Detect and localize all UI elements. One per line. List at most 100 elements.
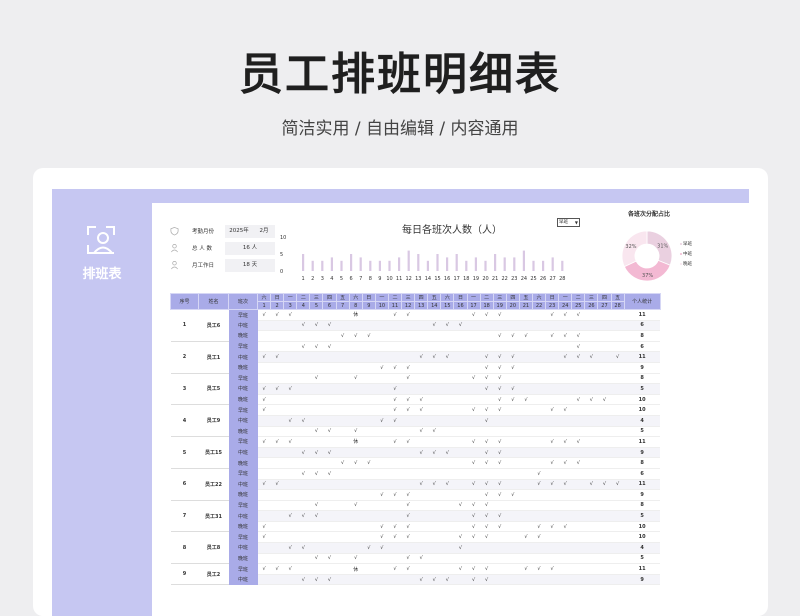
day-cell[interactable]: √	[480, 362, 494, 374]
day-cell[interactable]	[322, 436, 337, 448]
day-cell[interactable]: √	[480, 447, 494, 459]
day-cell[interactable]: √	[401, 510, 415, 522]
day-cell[interactable]	[467, 362, 481, 374]
day-cell[interactable]	[584, 415, 598, 427]
day-cell[interactable]	[257, 415, 271, 427]
day-cell[interactable]	[440, 426, 454, 438]
day-cell[interactable]	[506, 341, 520, 353]
day-cell[interactable]	[467, 447, 481, 459]
day-cell[interactable]	[597, 553, 612, 565]
day-cell[interactable]	[322, 309, 337, 321]
day-cell[interactable]	[597, 542, 612, 554]
day-cell[interactable]: √	[493, 383, 507, 395]
day-cell[interactable]	[283, 404, 297, 416]
day-cell[interactable]	[336, 563, 350, 575]
day-cell[interactable]: √	[270, 351, 284, 363]
day-cell[interactable]	[283, 521, 297, 533]
day-cell[interactable]	[388, 426, 402, 438]
day-cell[interactable]	[362, 563, 376, 575]
day-cell[interactable]	[270, 510, 284, 522]
day-cell[interactable]: √	[440, 479, 454, 491]
day-cell[interactable]: √	[532, 531, 546, 544]
day-cell[interactable]	[440, 563, 454, 575]
day-cell[interactable]	[584, 362, 598, 374]
day-cell[interactable]	[467, 394, 481, 406]
day-cell[interactable]	[440, 521, 454, 533]
day-cell[interactable]	[506, 531, 520, 544]
day-cell[interactable]	[375, 341, 389, 353]
day-cell[interactable]	[584, 457, 598, 469]
day-cell[interactable]: √	[322, 426, 337, 438]
day-cell[interactable]: √	[309, 553, 323, 565]
day-cell[interactable]: √	[467, 457, 481, 469]
day-cell[interactable]	[440, 394, 454, 406]
day-cell[interactable]	[362, 531, 376, 544]
day-cell[interactable]	[388, 542, 402, 554]
day-cell[interactable]	[440, 500, 454, 512]
day-cell[interactable]	[388, 447, 402, 459]
day-cell[interactable]	[414, 510, 428, 522]
day-cell[interactable]	[283, 553, 297, 565]
day-cell[interactable]	[296, 426, 310, 438]
day-cell[interactable]	[270, 531, 284, 544]
employee-name[interactable]: 员工5	[198, 373, 229, 406]
day-cell[interactable]	[558, 574, 572, 586]
day-cell[interactable]	[571, 489, 585, 501]
day-cell[interactable]	[532, 351, 546, 363]
day-cell[interactable]: √	[388, 436, 402, 448]
day-cell[interactable]	[611, 362, 625, 374]
day-cell[interactable]	[597, 436, 612, 448]
day-cell[interactable]: √	[270, 563, 284, 575]
day-cell[interactable]	[558, 510, 572, 522]
day-cell[interactable]: √	[440, 320, 454, 332]
day-cell[interactable]	[427, 309, 441, 321]
day-cell[interactable]	[283, 468, 297, 480]
day-cell[interactable]	[571, 373, 585, 385]
day-cell[interactable]: √	[493, 362, 507, 374]
day-cell[interactable]	[480, 542, 494, 554]
day-cell[interactable]	[322, 457, 337, 469]
day-cell[interactable]	[296, 394, 310, 406]
day-cell[interactable]	[467, 383, 481, 395]
day-cell[interactable]	[427, 531, 441, 544]
day-cell[interactable]	[558, 415, 572, 427]
day-cell[interactable]	[375, 479, 389, 491]
day-cell[interactable]: √	[296, 447, 310, 459]
day-cell[interactable]	[427, 457, 441, 469]
day-cell[interactable]	[571, 415, 585, 427]
day-cell[interactable]	[532, 489, 546, 501]
day-cell[interactable]	[519, 362, 533, 374]
month-field[interactable]: 2月	[253, 225, 275, 238]
day-cell[interactable]: √	[375, 362, 389, 374]
day-cell[interactable]	[414, 542, 428, 554]
day-cell[interactable]	[401, 426, 415, 438]
day-cell[interactable]: √	[519, 394, 533, 406]
day-cell[interactable]	[375, 436, 389, 448]
day-cell[interactable]	[414, 362, 428, 374]
day-cell[interactable]: √	[558, 457, 572, 469]
day-cell[interactable]	[427, 330, 441, 342]
day-cell[interactable]: √	[322, 468, 337, 480]
day-cell[interactable]: √	[558, 404, 572, 416]
day-cell[interactable]	[362, 394, 376, 406]
day-cell[interactable]	[584, 521, 598, 533]
day-cell[interactable]	[296, 330, 310, 342]
day-cell[interactable]	[414, 383, 428, 395]
day-cell[interactable]	[584, 553, 598, 565]
day-cell[interactable]	[440, 436, 454, 448]
day-cell[interactable]	[309, 330, 323, 342]
day-cell[interactable]	[336, 415, 350, 427]
day-cell[interactable]: √	[558, 521, 572, 533]
day-cell[interactable]	[571, 531, 585, 544]
day-cell[interactable]: √	[414, 394, 428, 406]
day-cell[interactable]	[519, 468, 533, 480]
day-cell[interactable]	[414, 531, 428, 544]
day-cell[interactable]	[257, 426, 271, 438]
day-cell[interactable]	[427, 415, 441, 427]
day-cell[interactable]	[427, 436, 441, 448]
day-cell[interactable]: √	[309, 341, 323, 353]
day-cell[interactable]	[493, 574, 507, 586]
day-cell[interactable]	[584, 574, 598, 586]
day-cell[interactable]: √	[519, 563, 533, 575]
day-cell[interactable]	[296, 563, 310, 575]
